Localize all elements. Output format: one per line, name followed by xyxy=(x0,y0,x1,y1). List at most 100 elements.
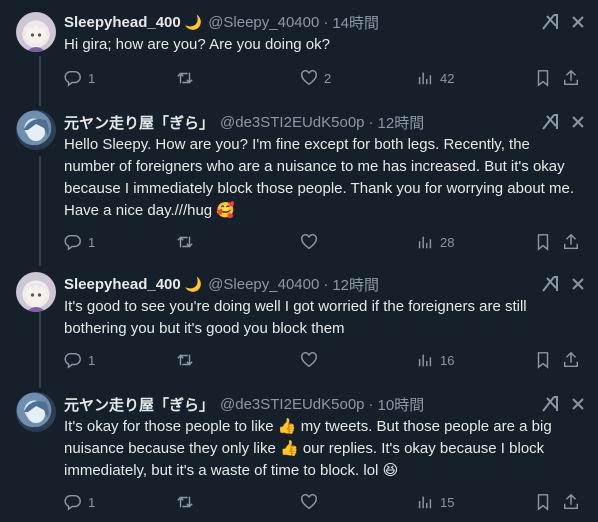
bookmark-button[interactable] xyxy=(534,492,558,512)
share-icon xyxy=(563,69,579,86)
heart-icon xyxy=(301,352,317,368)
separator-dot: · xyxy=(368,395,374,413)
moon-emoji: 🌙 xyxy=(184,275,203,292)
handle[interactable]: @Sleepy_40400 xyxy=(208,14,319,31)
retweet-icon xyxy=(177,354,193,366)
reply-icon xyxy=(64,352,81,369)
grok-icon[interactable] xyxy=(540,112,560,132)
views-icon xyxy=(418,72,432,85)
reply-icon xyxy=(64,234,81,251)
display-name[interactable]: Sleepyhead_400 xyxy=(64,276,181,293)
timestamp[interactable]: 14時間 xyxy=(332,12,379,33)
reply-count: 1 xyxy=(88,494,96,510)
more-icon[interactable] xyxy=(568,112,588,132)
views-count: 16 xyxy=(440,352,455,368)
display-name[interactable]: 元ヤン走り屋「ぎら」 xyxy=(64,394,214,415)
grok-icon[interactable] xyxy=(540,394,560,414)
share-button[interactable] xyxy=(562,350,586,370)
timestamp[interactable]: 12時間 xyxy=(332,274,379,295)
views-count: 28 xyxy=(440,234,455,250)
views-icon xyxy=(418,236,432,249)
share-icon xyxy=(563,351,579,368)
avatar[interactable] xyxy=(16,12,56,52)
display-name[interactable]: Sleepyhead_400 xyxy=(64,14,181,31)
reply-button[interactable]: 1 xyxy=(64,232,95,252)
views-icon xyxy=(418,354,432,367)
like-button[interactable]: 2 xyxy=(300,68,331,88)
like-button[interactable] xyxy=(300,492,324,512)
thumbs-up-emoji: 👍 xyxy=(277,418,297,435)
tweet-text: Hello Sleepy. How are you? I'm fine exce… xyxy=(64,134,574,222)
handle[interactable]: @de3STI2EUdK5o0p xyxy=(220,396,365,413)
retweet-icon xyxy=(177,496,193,508)
views-button[interactable]: 15 xyxy=(416,492,454,512)
like-count: 2 xyxy=(324,70,332,86)
separator-dot: · xyxy=(368,113,374,131)
share-button[interactable] xyxy=(562,232,586,252)
grok-icon[interactable] xyxy=(540,12,560,32)
tweet-text: It's okay for those people to like 👍 my … xyxy=(64,416,574,482)
bookmark-button[interactable] xyxy=(534,68,558,88)
more-icon[interactable] xyxy=(568,394,588,414)
like-button[interactable] xyxy=(300,350,324,370)
thumbs-up-emoji: 👍 xyxy=(279,440,299,457)
heart-icon xyxy=(301,234,317,250)
retweet-icon xyxy=(177,72,193,84)
views-button[interactable]: 42 xyxy=(416,68,454,88)
tweet[interactable]: Sleepyhead_400 🌙 @Sleepy_40400 · 14時間 Hi… xyxy=(0,0,598,100)
share-button[interactable] xyxy=(562,68,586,88)
avatar[interactable] xyxy=(16,272,56,312)
reply-button[interactable]: 1 xyxy=(64,350,95,370)
retweet-icon xyxy=(177,236,193,248)
reply-icon xyxy=(64,494,81,511)
tweet-text: Hi gira; how are you? Are you doing ok? xyxy=(64,36,330,53)
tweet-text-part: Hello Sleepy. How are you? I'm fine exce… xyxy=(64,136,574,219)
bookmark-icon xyxy=(537,234,549,251)
heart-icon xyxy=(301,70,317,86)
retweet-button[interactable] xyxy=(176,232,200,252)
more-icon[interactable] xyxy=(568,12,588,32)
bookmark-icon xyxy=(537,494,549,511)
views-button[interactable]: 28 xyxy=(416,232,454,252)
more-icon[interactable] xyxy=(568,274,588,294)
timestamp[interactable]: 12時間 xyxy=(378,112,425,133)
reply-count: 1 xyxy=(88,234,96,250)
views-icon xyxy=(418,496,432,509)
bookmark-button[interactable] xyxy=(534,350,558,370)
timestamp[interactable]: 10時間 xyxy=(378,394,425,415)
bookmark-icon xyxy=(537,352,549,369)
like-button[interactable] xyxy=(300,232,324,252)
separator-dot: · xyxy=(323,275,329,293)
views-count: 42 xyxy=(440,70,455,86)
retweet-button[interactable] xyxy=(176,350,200,370)
share-icon xyxy=(563,233,579,250)
bookmark-icon xyxy=(537,70,549,87)
reply-icon xyxy=(64,70,81,87)
share-button[interactable] xyxy=(562,492,586,512)
tweet-text-part: It's okay for those people to like xyxy=(64,418,274,435)
share-icon xyxy=(563,493,579,510)
reply-count: 1 xyxy=(88,352,96,368)
heart-icon xyxy=(301,494,317,510)
retweet-button[interactable] xyxy=(176,68,200,88)
tweet[interactable]: Sleepyhead_400 🌙 @Sleepy_40400 · 12時間 It… xyxy=(0,268,598,390)
tweet[interactable]: 元ヤン走り屋「ぎら」 @de3STI2EUdK5o0p · 12時間 Hello… xyxy=(0,100,598,268)
tweet[interactable]: 元ヤン走り屋「ぎら」 @de3STI2EUdK5o0p · 10時間 It's … xyxy=(0,390,598,522)
avatar[interactable] xyxy=(16,392,56,432)
display-name[interactable]: 元ヤン走り屋「ぎら」 xyxy=(64,112,214,133)
reply-count: 1 xyxy=(88,70,96,86)
handle[interactable]: @Sleepy_40400 xyxy=(208,276,319,293)
moon-emoji: 🌙 xyxy=(184,13,203,30)
reply-button[interactable]: 1 xyxy=(64,68,95,88)
retweet-button[interactable] xyxy=(176,492,200,512)
smiling-face-hearts-emoji: 🥰 xyxy=(216,202,236,219)
grok-icon[interactable] xyxy=(540,274,560,294)
avatar[interactable] xyxy=(16,110,56,150)
tweet-text: It's good to see you're doing well I got… xyxy=(64,298,527,337)
reply-button[interactable]: 1 xyxy=(64,492,95,512)
handle[interactable]: @de3STI2EUdK5o0p xyxy=(220,114,365,131)
views-button[interactable]: 16 xyxy=(416,350,454,370)
laughing-emoji: 😆 xyxy=(382,462,399,479)
separator-dot: · xyxy=(323,13,329,31)
bookmark-button[interactable] xyxy=(534,232,558,252)
